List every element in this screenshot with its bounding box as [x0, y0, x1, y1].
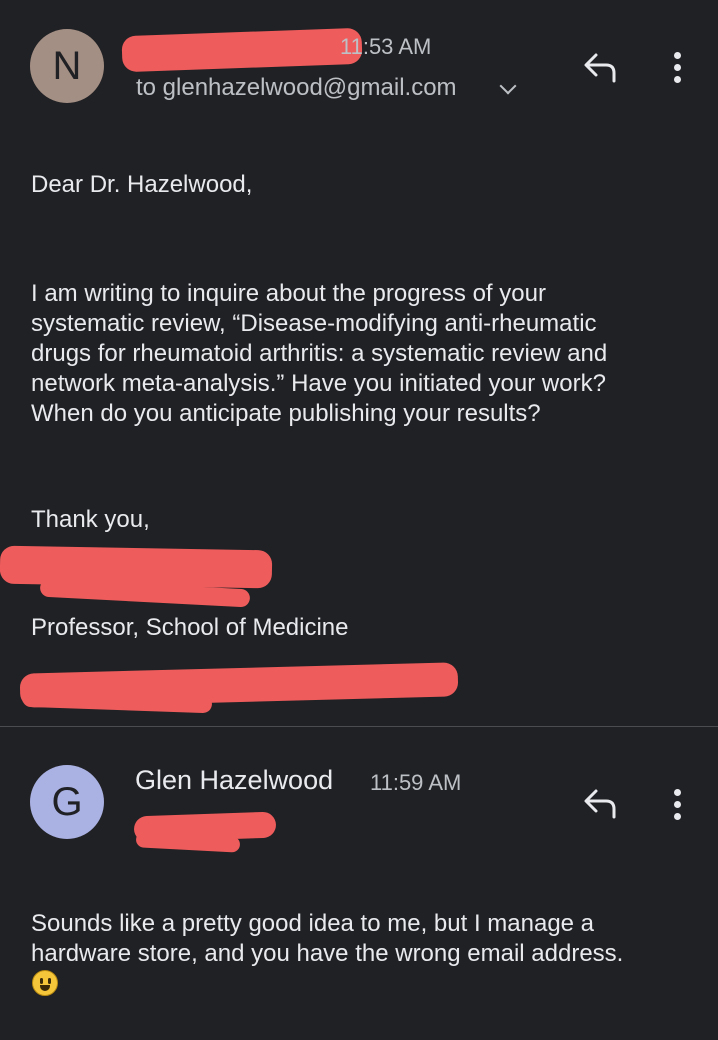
paragraph-line: I am writing to inquire about the progre…	[31, 280, 546, 307]
body-line: hardware store, and you have the wrong e…	[31, 940, 624, 967]
paragraph-line: systematic review, “Disease-modifying an…	[31, 310, 597, 337]
message-time: 11:53 AM	[340, 34, 432, 59]
message-body: Dear Dr. Hazelwood,	[31, 170, 252, 200]
paragraph-line: When do you anticipate publishing your r…	[31, 400, 541, 427]
more-vert-icon[interactable]	[674, 52, 682, 88]
sender-name[interactable]: Glen Hazelwood	[135, 765, 333, 796]
paragraph-line: network meta-analysis.” Have you initiat…	[31, 370, 606, 397]
salutation: Dear Dr. Hazelwood,	[31, 171, 253, 198]
recipient-line[interactable]: to glenhazelwood@gmail.com	[136, 74, 457, 102]
chevron-down-icon[interactable]	[499, 77, 517, 95]
message-body: Sounds like a pretty good idea to me, bu…	[31, 909, 623, 969]
reply-icon[interactable]	[582, 51, 618, 83]
message-paragraph: I am writing to inquire about the progre…	[31, 279, 607, 429]
redacted-sender-name	[121, 27, 363, 73]
closing: Thank you,	[31, 506, 150, 533]
message-divider	[0, 726, 718, 727]
message-time: 11:59 AM	[370, 770, 462, 795]
sender-avatar[interactable]: N	[30, 29, 104, 103]
paragraph-line: drugs for rheumatoid arthritis: a system…	[31, 340, 608, 367]
reply-icon[interactable]	[582, 787, 618, 819]
more-vert-icon[interactable]	[674, 789, 682, 825]
email-thread: N 11:53 AM to glenhazelwood@gmail.com De…	[0, 0, 718, 1040]
sender-avatar[interactable]: G	[30, 765, 104, 839]
signature-title: Professor, School of Medicine	[31, 614, 349, 641]
body-line: Sounds like a pretty good idea to me, bu…	[31, 910, 595, 937]
grinning-face-emoji	[32, 970, 58, 996]
